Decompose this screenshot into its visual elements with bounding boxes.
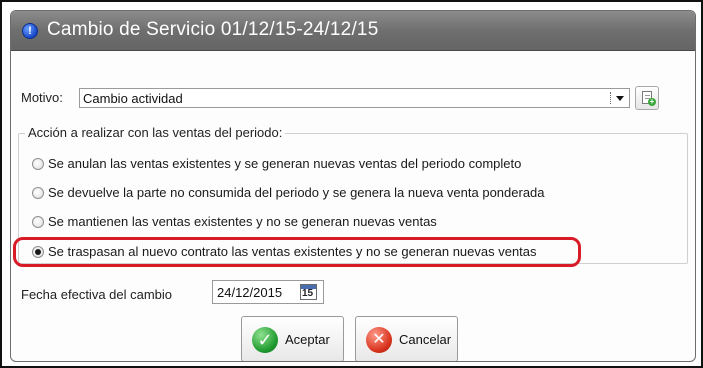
dialog-window: ! Cambio de Servicio 01/12/15-24/12/15 M… [10, 10, 696, 362]
plus-icon: + [648, 97, 656, 106]
window-title: Cambio de Servicio 01/12/15-24/12/15 [47, 19, 379, 40]
fecha-value[interactable]: 24/12/2015 [217, 285, 282, 300]
radio-button[interactable] [32, 158, 44, 170]
radio-button[interactable] [32, 216, 44, 228]
radio-option-label: Se mantienen las ventas existentes y no … [48, 214, 437, 229]
radio-option-label: Se anulan las ventas existentes y se gen… [48, 156, 522, 171]
screenshot-frame: ! Cambio de Servicio 01/12/15-24/12/15 M… [0, 0, 703, 368]
highlight-annotation [13, 237, 581, 267]
cancel-button[interactable]: ✕ Cancelar [355, 316, 458, 361]
accept-label: Aceptar [285, 332, 330, 347]
calendar-day: 15 [302, 288, 314, 299]
motivo-combobox[interactable]: Cambio actividad [79, 88, 630, 108]
calendar-icon[interactable]: 15 [300, 284, 317, 300]
cancel-label: Cancelar [399, 332, 452, 347]
accion-group-title: Acción a realizar con las ventas del per… [25, 125, 286, 140]
accept-button[interactable]: ✓ Aceptar [241, 316, 344, 361]
dialog-content: Motivo: Cambio actividad + Acción a real… [11, 59, 695, 361]
fecha-label: Fecha efectiva del cambio [21, 287, 173, 302]
motivo-label: Motivo: [21, 90, 63, 105]
info-icon: ! [22, 23, 38, 39]
check-icon: ✓ [252, 327, 278, 353]
radio-option-label: Se devuelve la parte no consumida del pe… [48, 185, 545, 200]
motivo-value: Cambio actividad [83, 91, 183, 106]
cancel-icon: ✕ [366, 327, 392, 353]
title-bar: ! Cambio de Servicio 01/12/15-24/12/15 [11, 11, 695, 51]
fecha-date-picker[interactable]: 24/12/2015 15 [212, 280, 324, 304]
combo-separator [610, 92, 611, 104]
radio-button[interactable] [32, 187, 44, 199]
new-motivo-button[interactable]: + [635, 86, 659, 110]
chevron-down-icon[interactable] [616, 96, 624, 101]
